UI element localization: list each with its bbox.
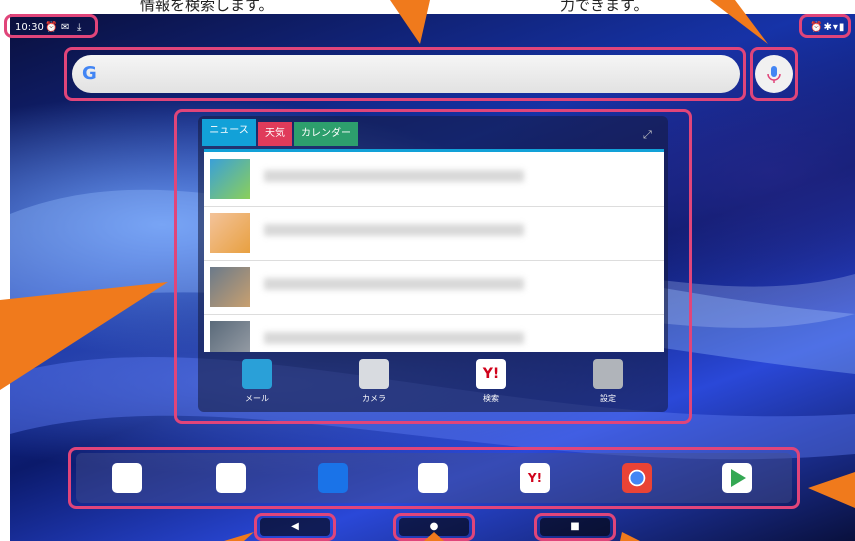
callout-arrows — [0, 0, 855, 541]
